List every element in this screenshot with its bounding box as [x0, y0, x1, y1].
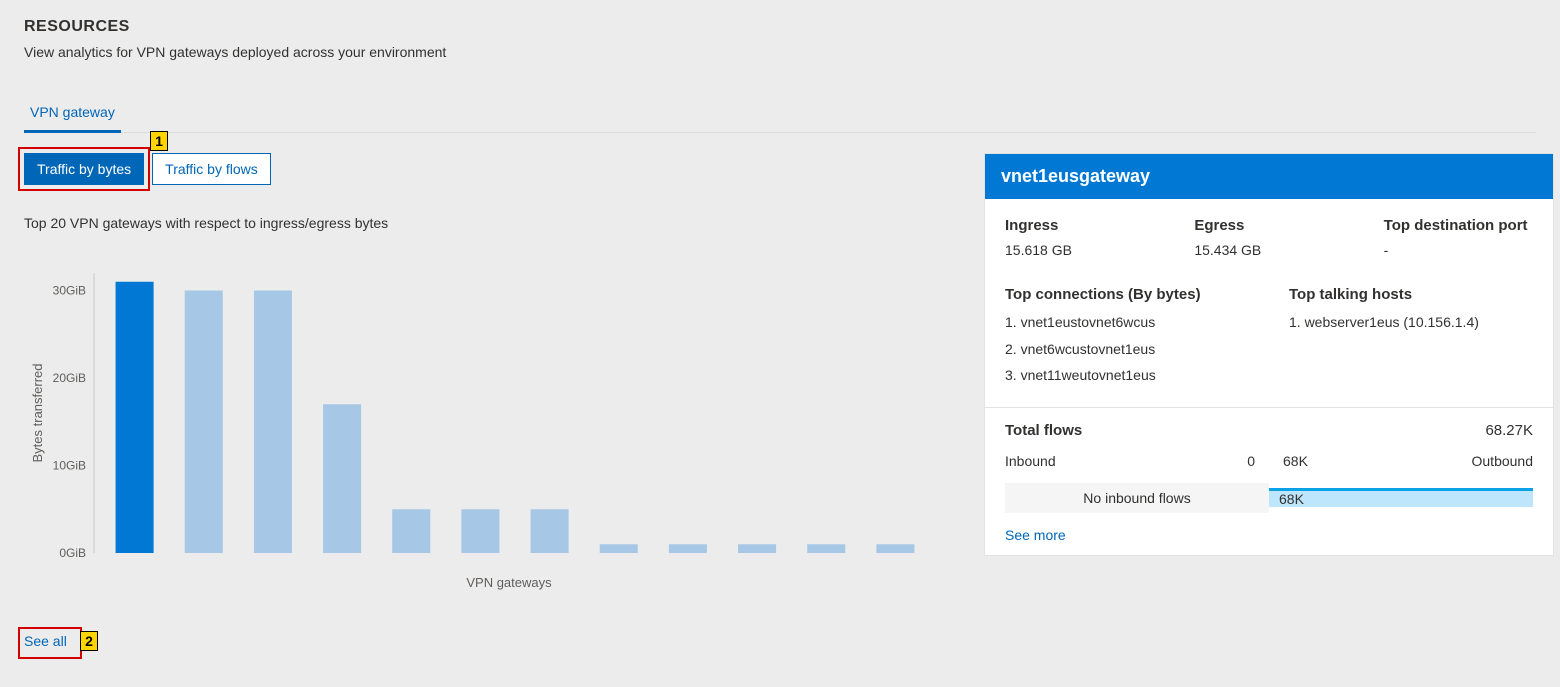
outbound-bar: 68K	[1269, 488, 1533, 507]
see-all-link[interactable]: See all	[24, 633, 67, 649]
outbound-label: Outbound	[1472, 453, 1534, 469]
chart-description: Top 20 VPN gateways with respect to ingr…	[24, 215, 934, 231]
page-subtitle: View analytics for VPN gateways deployed…	[24, 44, 1536, 60]
detail-card: vnet1eusgateway Ingress 15.618 GB Egress…	[984, 153, 1554, 556]
svg-text:10GiB: 10GiB	[53, 459, 86, 473]
top-hosts-label: Top talking hosts	[1289, 286, 1533, 303]
top-port-value: -	[1384, 242, 1533, 258]
ingress-value: 15.618 GB	[1005, 242, 1154, 258]
traffic-by-flows-button[interactable]: Traffic by flows	[152, 153, 271, 185]
total-flows-label: Total flows	[1005, 422, 1485, 439]
egress-label: Egress	[1194, 217, 1343, 234]
tab-vpn-gateway[interactable]: VPN gateway	[24, 96, 121, 133]
annotation-badge-1: 1	[150, 131, 168, 151]
svg-text:20GiB: 20GiB	[53, 371, 86, 385]
top-hosts-list: 1. webserver1eus (10.156.1.4)	[1289, 309, 1533, 336]
inbound-value: 0	[1247, 453, 1255, 469]
list-item: 3. vnet11weutovnet1eus	[1005, 362, 1249, 389]
flow-bars: No inbound flows 68K	[1005, 483, 1533, 513]
total-flows-value: 68.27K	[1485, 422, 1533, 439]
top-connections-label: Top connections (By bytes)	[1005, 286, 1249, 303]
traffic-by-bytes-button[interactable]: Traffic by bytes	[24, 153, 144, 185]
egress-value: 15.434 GB	[1194, 242, 1343, 258]
flow-row: Inbound 0 68K Outbound	[1005, 445, 1533, 477]
tab-row: VPN gateway	[24, 96, 1536, 133]
see-more-link[interactable]: See more	[1005, 527, 1066, 543]
page-title: RESOURCES	[24, 18, 1536, 36]
top-port-label: Top destination port	[1384, 217, 1533, 234]
inbound-label: Inbound	[1005, 453, 1056, 469]
list-item: 1. webserver1eus (10.156.1.4)	[1289, 309, 1533, 336]
ingress-label: Ingress	[1005, 217, 1154, 234]
list-item: 1. vnet1eustovnet6wcus	[1005, 309, 1249, 336]
svg-text:0GiB: 0GiB	[59, 546, 86, 560]
chart: 0GiB 10GiB 20GiB 30GiB VPN gateways Bytes tra…	[24, 263, 934, 593]
outbound-value: 68K	[1283, 453, 1308, 469]
svg-text:VPN gateways: VPN gateways	[466, 575, 552, 590]
svg-text:30GiB: 30GiB	[53, 284, 86, 298]
detail-title: vnet1eusgateway	[985, 154, 1553, 199]
top-connections-list: 1. vnet1eustovnet6wcus 2. vnet6wcustovne…	[1005, 309, 1249, 389]
list-item: 2. vnet6wcustovnet1eus	[1005, 336, 1249, 363]
svg-text:Bytes transferred: Bytes transferred	[30, 364, 45, 463]
inbound-bar: No inbound flows	[1005, 483, 1269, 513]
annotation-badge-2: 2	[80, 631, 98, 651]
